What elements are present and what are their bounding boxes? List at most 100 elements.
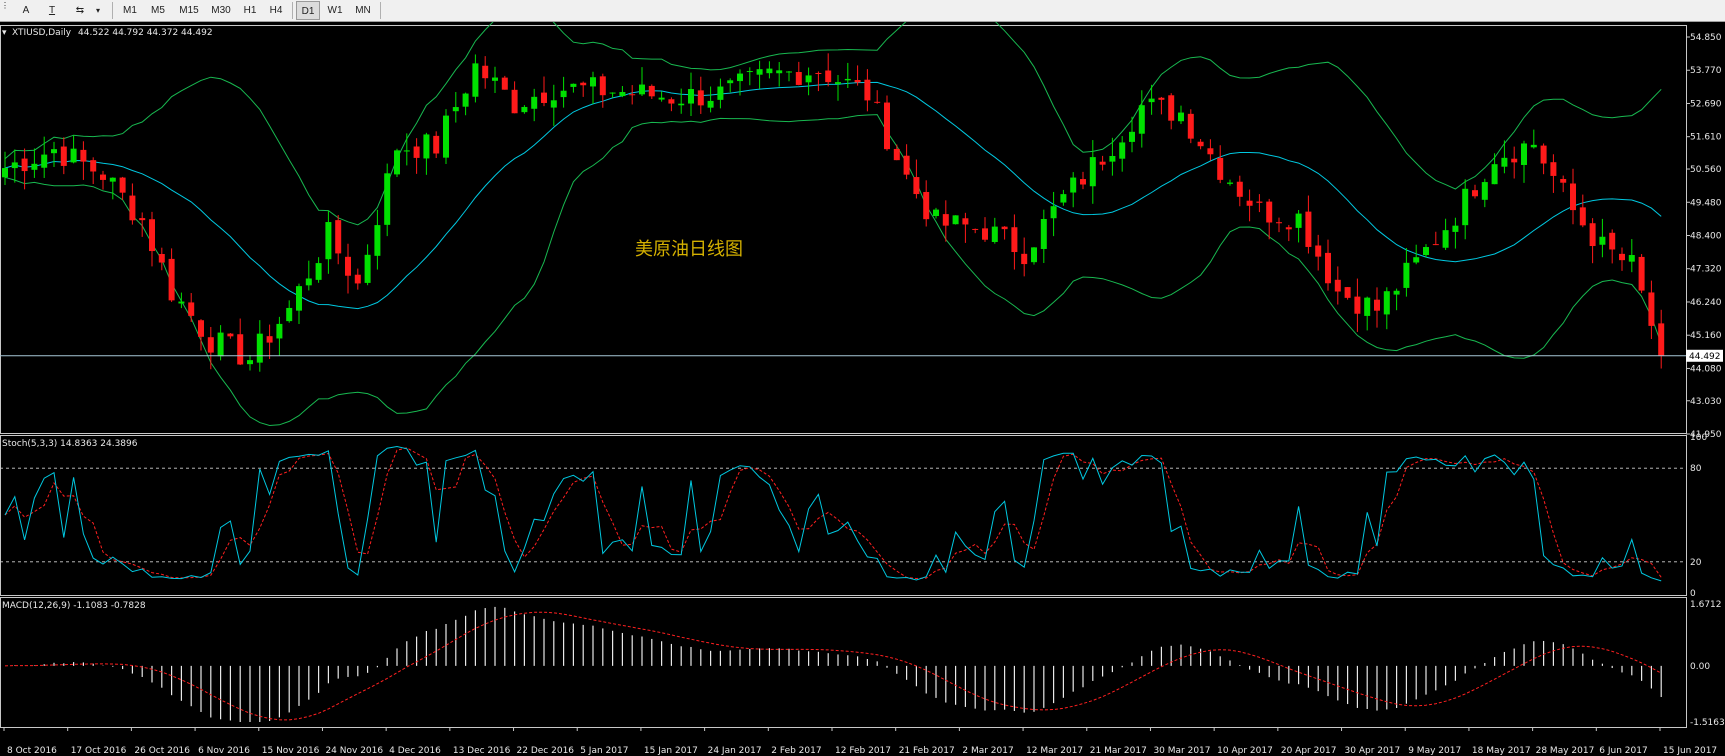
candle: [305, 260, 312, 291]
price-tick-label: 51.610: [1690, 133, 1722, 143]
timeframe-m15-button[interactable]: M15: [174, 1, 204, 20]
candle: [1619, 247, 1625, 271]
candle: [570, 83, 577, 93]
candle: [403, 133, 410, 166]
price-tick-label: 45.160: [1690, 331, 1722, 341]
candle: [1246, 189, 1253, 222]
text-label-tool-icon[interactable]: T: [42, 1, 62, 20]
date-tick-label: 15 Nov 2016: [262, 746, 320, 756]
candle: [1481, 178, 1488, 208]
candle: [1432, 231, 1439, 246]
candle: [1472, 184, 1478, 199]
candle: [844, 62, 851, 88]
candle: [697, 76, 704, 114]
timeframe-m30-button[interactable]: M30: [206, 1, 236, 20]
candle: [1315, 234, 1322, 271]
candle: [247, 354, 253, 371]
candle: [658, 91, 665, 102]
candle: [462, 92, 469, 116]
candle: [443, 109, 449, 165]
timeframe-m5-button[interactable]: M5: [146, 1, 170, 20]
stochastic-panel[interactable]: [0, 445, 1686, 582]
candle: [1560, 175, 1567, 193]
candle: [188, 293, 195, 322]
price-tick-label: 50.560: [1690, 165, 1722, 175]
current-price-badge: 44.492: [1686, 349, 1723, 362]
toolbar-grip-icon: ⋮: [1, 1, 9, 10]
candle: [207, 326, 214, 370]
candle: [70, 135, 77, 164]
candle: [1207, 139, 1214, 161]
candle: [786, 70, 792, 82]
candle: [599, 73, 606, 108]
candle: [893, 144, 900, 161]
price-tick-label: 43.030: [1690, 397, 1722, 407]
collapse-triangle-icon[interactable]: ▾: [2, 28, 7, 38]
timeframe-m1-button[interactable]: M1: [118, 1, 142, 20]
timeframe-w1-button[interactable]: W1: [322, 1, 348, 20]
timeframe-d1-button[interactable]: D1: [296, 1, 320, 20]
candle: [903, 144, 910, 180]
chart-annotation: 美原油日线图: [635, 239, 743, 260]
candle: [227, 333, 234, 339]
timeframe-h1-button[interactable]: H1: [238, 1, 262, 20]
candle: [1060, 189, 1067, 206]
chevron-down-icon[interactable]: ▾: [92, 1, 104, 20]
candle: [51, 141, 57, 168]
candle: [100, 170, 106, 190]
candle: [1197, 138, 1204, 150]
candle: [90, 157, 97, 184]
timeframe-mn-button[interactable]: MN: [350, 1, 376, 20]
candle: [717, 78, 724, 109]
candle: [276, 316, 283, 356]
candle: [1031, 247, 1037, 265]
candle: [364, 244, 371, 286]
macd-signal-line: [4, 611, 1662, 721]
candle: [1266, 198, 1273, 240]
candle: [864, 69, 871, 112]
candle: [1305, 195, 1312, 254]
candle: [1570, 168, 1576, 225]
date-tick-label: 4 Dec 2016: [389, 746, 441, 756]
candle: [815, 71, 822, 92]
candle: [707, 86, 714, 113]
candle: [1648, 280, 1655, 339]
price-tick-label: 54.850: [1690, 33, 1722, 43]
candle: [129, 183, 136, 225]
macd-panel[interactable]: [4, 606, 1662, 722]
candle: [296, 283, 302, 325]
candle: [1452, 217, 1459, 249]
macd-tick-label: -1.5163: [1690, 718, 1725, 728]
candle: [1599, 218, 1606, 258]
stoch-tick-label: 80: [1690, 464, 1702, 474]
stochastic-label: Stoch(5,3,3) 14.8363 24.3896: [2, 439, 138, 449]
price-panel[interactable]: [0, 22, 1686, 427]
candle: [1344, 286, 1351, 300]
candle: [149, 211, 155, 267]
text-tool-icon[interactable]: A: [16, 1, 36, 20]
candle: [776, 62, 783, 87]
price-tick-label: 44.080: [1690, 364, 1722, 374]
candle: [1295, 210, 1302, 243]
candle: [619, 85, 626, 98]
candle: [1080, 171, 1086, 190]
candle: [1334, 266, 1341, 305]
arrows-tool-icon[interactable]: ⇆: [70, 1, 90, 20]
candle: [413, 138, 420, 174]
candle: [1325, 239, 1331, 291]
candle: [1227, 179, 1233, 186]
candle: [1658, 309, 1665, 369]
candle: [756, 60, 763, 89]
candle: [237, 318, 244, 366]
stoch-tick-label: 20: [1690, 558, 1702, 568]
candle: [541, 76, 547, 107]
timeframe-h4-button[interactable]: H4: [264, 1, 288, 20]
date-tick-label: 24 Jan 2017: [708, 746, 762, 756]
svg-text:44.492: 44.492: [1689, 352, 1721, 362]
candle: [1040, 209, 1047, 263]
candle: [31, 148, 38, 178]
candle: [1158, 96, 1165, 115]
chart-area[interactable]: 54.850 53.770 52.690 51.610 50.560 49.480 48.4…: [0, 22, 1725, 756]
date-tick-label: 12 Mar 2017: [1026, 746, 1083, 756]
macd-tick-label: 0.00: [1690, 662, 1710, 672]
